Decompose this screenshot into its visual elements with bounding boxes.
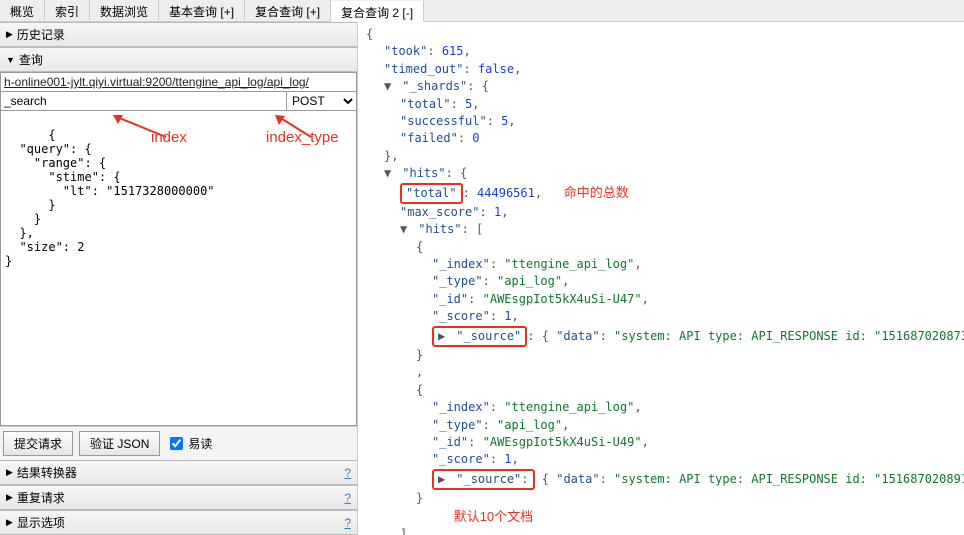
url-input[interactable] — [0, 72, 357, 92]
annotation-index-type: index_type — [266, 129, 339, 146]
result-transform-label: 结果转换器 — [17, 464, 77, 481]
path-input[interactable] — [0, 92, 287, 111]
help-icon[interactable]: ? — [344, 466, 351, 480]
annotation-default-docs: 默认10个文档 — [454, 509, 533, 524]
highlight-source: ▶ "_source": — [432, 469, 535, 490]
collapse-toggle[interactable]: ▼ — [384, 165, 395, 182]
help-icon[interactable]: ? — [344, 491, 351, 505]
repeat-label: 重复请求 — [17, 489, 65, 506]
tab-overview[interactable]: 概览 — [0, 0, 45, 21]
http-method-select[interactable]: POST — [287, 92, 357, 111]
chevron-down-icon: ▼ — [6, 55, 15, 65]
collapse-toggle[interactable]: ▼ — [384, 78, 395, 95]
chevron-right-icon: ▶ — [6, 517, 13, 528]
repeat-request-header[interactable]: ▶ 重复请求 ? — [0, 485, 357, 510]
collapse-toggle[interactable]: ▶ — [438, 471, 449, 488]
result-transform-header[interactable]: ▶ 结果转换器 ? — [0, 460, 357, 485]
readable-checkbox[interactable] — [170, 437, 183, 450]
chevron-right-icon: ▶ — [6, 29, 13, 40]
tab-compound-query[interactable]: 复合查询 [+] — [245, 0, 331, 21]
collapse-toggle[interactable]: ▼ — [400, 221, 411, 238]
highlight-source: ▶ "_source" — [432, 326, 527, 347]
query-body-editor[interactable]: { "query": { "range": { "stime": { "lt":… — [0, 111, 357, 426]
tab-indices[interactable]: 索引 — [45, 0, 90, 21]
query-body-text: { "query": { "range": { "stime": { "lt":… — [5, 128, 215, 268]
history-label: 历史记录 — [17, 26, 65, 43]
query-panel-header[interactable]: ▼ 查询 — [0, 47, 357, 72]
annotation-index: index — [151, 129, 187, 146]
display-options-header[interactable]: ▶ 显示选项 ? — [0, 510, 357, 535]
highlight-total: "total" — [400, 183, 463, 204]
chevron-right-icon: ▶ — [6, 467, 13, 478]
validate-json-button[interactable]: 验证 JSON — [79, 431, 160, 456]
query-label: 查询 — [19, 51, 43, 68]
collapse-toggle[interactable]: ▶ — [438, 328, 449, 345]
button-row: 提交请求 验证 JSON 易读 — [0, 426, 357, 460]
response-viewer: { "took": 615, "timed_out": false, ▼ "_s… — [358, 22, 964, 535]
chevron-right-icon: ▶ — [6, 492, 13, 503]
display-label: 显示选项 — [17, 514, 65, 531]
help-icon[interactable]: ? — [344, 516, 351, 530]
left-pane: ▶ 历史记录 ▼ 查询 POST { "query": { "range": {… — [0, 22, 358, 535]
tab-browse[interactable]: 数据浏览 — [90, 0, 159, 21]
readable-checkbox-wrap[interactable]: 易读 — [166, 434, 212, 453]
history-panel-header[interactable]: ▶ 历史记录 — [0, 22, 357, 47]
submit-button[interactable]: 提交请求 — [3, 431, 73, 456]
tab-compound-query-2[interactable]: 复合查询 2 [-] — [331, 1, 424, 22]
annotation-hit-total: 命中的总数 — [564, 185, 629, 200]
tab-basic-query[interactable]: 基本查询 [+] — [159, 0, 245, 21]
readable-label: 易读 — [188, 435, 212, 452]
tab-bar: 概览 索引 数据浏览 基本查询 [+] 复合查询 [+] 复合查询 2 [-] — [0, 0, 964, 22]
